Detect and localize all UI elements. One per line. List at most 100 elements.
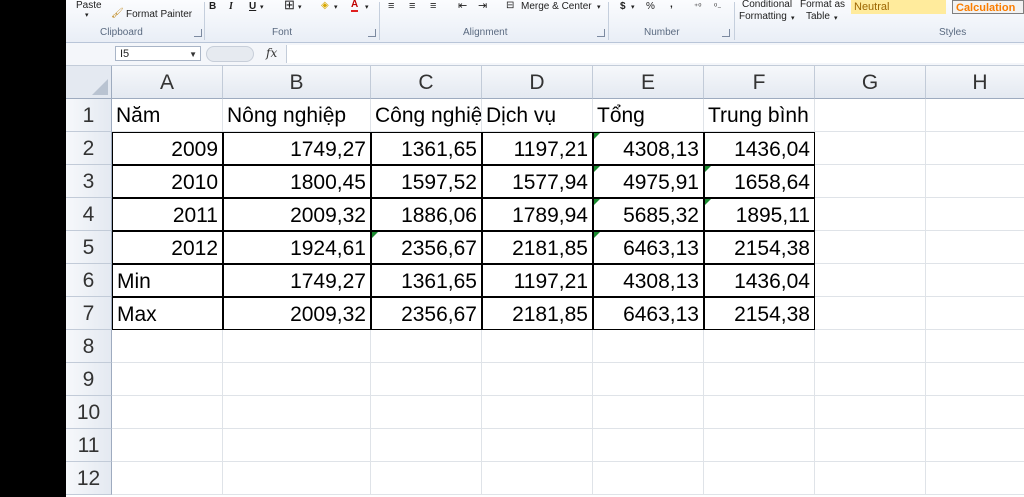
cell-g1[interactable]: [815, 99, 926, 132]
decrease-indent-icon[interactable]: ⇤: [458, 0, 467, 12]
cell-b1[interactable]: Nông nghiệp: [223, 99, 371, 132]
cell-b9[interactable]: [223, 363, 371, 396]
cell-f10[interactable]: [704, 396, 815, 429]
cell-f1[interactable]: Trung bình: [704, 99, 815, 132]
cell-h1[interactable]: [926, 99, 1024, 132]
borders-icon[interactable]: ⊞: [284, 0, 295, 11]
comma-style-button[interactable]: ,: [670, 0, 673, 11]
cell-a11[interactable]: [112, 429, 223, 462]
cell-c5[interactable]: 2356,67: [371, 231, 482, 264]
cell-d10[interactable]: [482, 396, 593, 429]
cell-c4[interactable]: 1886,06: [371, 198, 482, 231]
row-header-9[interactable]: 9: [66, 363, 112, 396]
cell-d11[interactable]: [482, 429, 593, 462]
calculation-style[interactable]: Calculation: [952, 0, 1024, 14]
cell-e5[interactable]: 6463,13: [593, 231, 704, 264]
cell-g2[interactable]: [815, 132, 926, 165]
row-header-5[interactable]: 5: [66, 231, 112, 264]
cell-h5[interactable]: [926, 231, 1024, 264]
cell-c8[interactable]: [371, 330, 482, 363]
name-box-dropdown-icon[interactable]: ▼: [189, 47, 197, 62]
cell-g9[interactable]: [815, 363, 926, 396]
cell-e12[interactable]: [593, 462, 704, 495]
format-painter-icon[interactable]: 🖌: [111, 8, 124, 20]
merge-dropdown-icon[interactable]: ▾: [597, 2, 601, 14]
cell-a4[interactable]: 2011: [112, 198, 223, 231]
cell-h9[interactable]: [926, 363, 1024, 396]
currency-dropdown-icon[interactable]: ▾: [631, 2, 635, 14]
row-header-11[interactable]: 11: [66, 429, 112, 462]
cell-e10[interactable]: [593, 396, 704, 429]
column-header-e[interactable]: E: [593, 66, 704, 99]
row-header-3[interactable]: 3: [66, 165, 112, 198]
neutral-style[interactable]: Neutral: [851, 0, 946, 14]
column-header-d[interactable]: D: [482, 66, 593, 99]
increase-decimal-icon[interactable]: ⁺⁰: [694, 1, 701, 13]
cell-f5[interactable]: 2154,38: [704, 231, 815, 264]
cell-h4[interactable]: [926, 198, 1024, 231]
cell-e9[interactable]: [593, 363, 704, 396]
formula-input[interactable]: [286, 45, 1024, 63]
cell-f7[interactable]: 2154,38: [704, 297, 815, 330]
cell-c9[interactable]: [371, 363, 482, 396]
cell-h3[interactable]: [926, 165, 1024, 198]
format-as-table-button-line2[interactable]: Table: [806, 11, 830, 23]
cell-c3[interactable]: 1597,52: [371, 165, 482, 198]
cell-e11[interactable]: [593, 429, 704, 462]
cell-g12[interactable]: [815, 462, 926, 495]
cell-e8[interactable]: [593, 330, 704, 363]
cell-b12[interactable]: [223, 462, 371, 495]
merge-center-icon[interactable]: ⊟: [506, 0, 514, 12]
clipboard-launcher-icon[interactable]: [194, 29, 202, 37]
cell-g8[interactable]: [815, 330, 926, 363]
name-box[interactable]: I5 ▼: [115, 46, 201, 61]
cell-c6[interactable]: 1361,65: [371, 264, 482, 297]
paste-button[interactable]: Paste: [76, 0, 102, 12]
decrease-decimal-icon[interactable]: ⁰₋: [714, 1, 721, 13]
cell-d2[interactable]: 1197,21: [482, 132, 593, 165]
cell-f3[interactable]: 1658,64: [704, 165, 815, 198]
underline-dropdown-icon[interactable]: ▾: [260, 2, 264, 14]
cell-a10[interactable]: [112, 396, 223, 429]
cell-b5[interactable]: 1924,61: [223, 231, 371, 264]
cell-h7[interactable]: [926, 297, 1024, 330]
cell-b2[interactable]: 1749,27: [223, 132, 371, 165]
font-launcher-icon[interactable]: [368, 29, 376, 37]
italic-button[interactable]: I: [229, 1, 233, 13]
cell-d1[interactable]: Dịch vụ: [482, 99, 593, 132]
fill-color-icon[interactable]: ◈: [321, 0, 329, 12]
cell-g5[interactable]: [815, 231, 926, 264]
row-header-12[interactable]: 12: [66, 462, 112, 495]
cell-d9[interactable]: [482, 363, 593, 396]
cell-e3[interactable]: 4975,91: [593, 165, 704, 198]
font-color-button[interactable]: A: [351, 0, 359, 12]
cell-f4[interactable]: 1895,11: [704, 198, 815, 231]
cell-d12[interactable]: [482, 462, 593, 495]
align-left-icon[interactable]: ≡: [388, 0, 394, 12]
cell-g11[interactable]: [815, 429, 926, 462]
row-header-1[interactable]: 1: [66, 99, 112, 132]
cell-g7[interactable]: [815, 297, 926, 330]
cell-c1[interactable]: Công nghiệ: [371, 99, 482, 132]
merge-center-button[interactable]: Merge & Center: [521, 1, 592, 13]
cell-h11[interactable]: [926, 429, 1024, 462]
cell-c2[interactable]: 1361,65: [371, 132, 482, 165]
cell-d3[interactable]: 1577,94: [482, 165, 593, 198]
column-header-b[interactable]: B: [223, 66, 371, 99]
increase-indent-icon[interactable]: ⇥: [478, 0, 487, 12]
cell-h6[interactable]: [926, 264, 1024, 297]
bold-button[interactable]: B: [209, 1, 216, 13]
cell-c7[interactable]: 2356,67: [371, 297, 482, 330]
paste-dropdown-icon[interactable]: ▾: [85, 10, 89, 22]
format-as-table-dropdown-icon[interactable]: ▾: [834, 13, 838, 25]
conditional-formatting-button-line2[interactable]: Formatting: [739, 11, 787, 23]
currency-format-button[interactable]: $: [620, 1, 626, 13]
cell-b10[interactable]: [223, 396, 371, 429]
cell-g3[interactable]: [815, 165, 926, 198]
cell-f11[interactable]: [704, 429, 815, 462]
font-color-dropdown-icon[interactable]: ▾: [365, 2, 369, 14]
cell-c10[interactable]: [371, 396, 482, 429]
cell-e7[interactable]: 6463,13: [593, 297, 704, 330]
align-right-icon[interactable]: ≡: [430, 0, 436, 12]
column-header-a[interactable]: A: [112, 66, 223, 99]
